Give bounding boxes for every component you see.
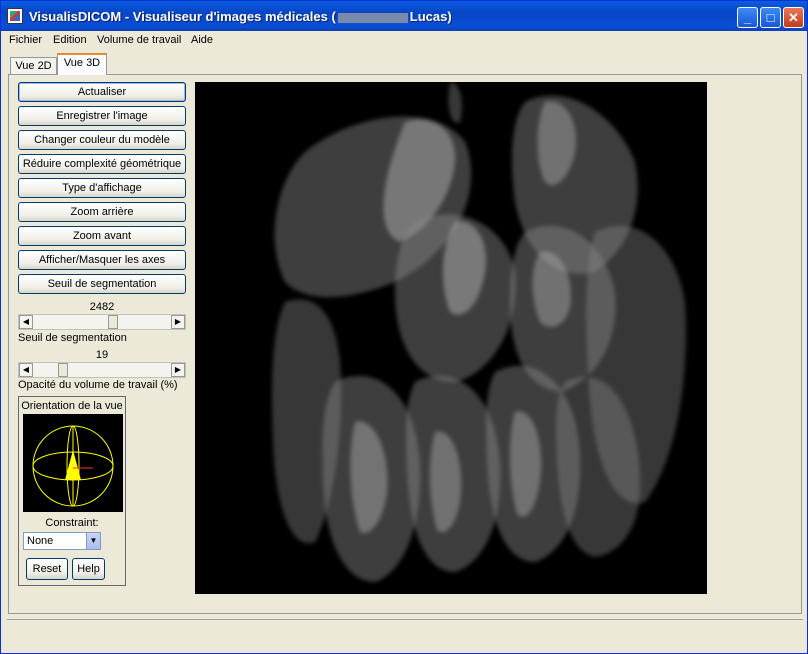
window-title: VisualisDICOM - Visualiseur d'images méd… — [29, 9, 452, 24]
menu-volume-de-travail[interactable]: Volume de travail — [97, 34, 181, 46]
reduce-complexity-button[interactable]: Réduire complexité géométrique — [18, 154, 186, 174]
display-type-button[interactable]: Type d'affichage — [18, 178, 186, 198]
reset-button[interactable]: Reset — [26, 558, 68, 580]
status-bar — [7, 619, 803, 649]
render-viewport-3d[interactable] — [195, 82, 707, 594]
orientation-widget: Orientation de la vue Constraint: None ▼ … — [18, 396, 126, 586]
opacity-label: Opacité du volume de travail (%) — [18, 379, 178, 391]
title-bar[interactable]: VisualisDICOM - Visualiseur d'images méd… — [1, 1, 807, 31]
threshold-value: 2482 — [89, 301, 115, 313]
menu-edition[interactable]: Edition — [53, 34, 87, 46]
segmentation-threshold-button[interactable]: Seuil de segmentation — [18, 274, 186, 294]
tab-strip: Vue 2D Vue 3D — [1, 53, 807, 75]
constraint-label: Constraint: — [45, 517, 99, 529]
slider-right-arrow-icon[interactable]: ▶ — [171, 363, 185, 377]
menu-aide[interactable]: Aide — [191, 34, 213, 46]
opacity-value: 19 — [95, 349, 109, 361]
menu-fichier[interactable]: Fichier — [9, 34, 42, 46]
teeth-3d-render — [272, 82, 686, 582]
opacity-slider-thumb[interactable] — [57, 363, 68, 377]
menu-bar: Fichier Edition Volume de travail Aide — [1, 31, 807, 51]
slider-right-arrow-icon[interactable]: ▶ — [171, 315, 185, 329]
slider-left-arrow-icon[interactable]: ◀ — [19, 315, 33, 329]
save-image-button[interactable]: Enregistrer l'image — [18, 106, 186, 126]
orientation-title: Orientation de la vue — [21, 400, 123, 412]
constraint-select[interactable]: None ▼ — [23, 532, 101, 550]
orientation-sphere-icon — [32, 425, 114, 507]
close-button[interactable]: ✕ — [783, 7, 804, 28]
slider-left-arrow-icon[interactable]: ◀ — [19, 363, 33, 377]
threshold-slider[interactable]: ◀ ▶ — [18, 314, 186, 330]
main-window: VisualisDICOM - Visualiseur d'images méd… — [0, 0, 808, 654]
zoom-in-button[interactable]: Zoom avant — [18, 226, 186, 246]
change-color-button[interactable]: Changer couleur du modèle — [18, 130, 186, 150]
constraint-value: None — [27, 535, 54, 547]
zoom-out-button[interactable]: Zoom arrière — [18, 202, 186, 222]
tab-vue-3d[interactable]: Vue 3D — [57, 53, 107, 75]
redacted-text — [337, 12, 408, 23]
app-icon[interactable] — [7, 8, 23, 24]
toggle-axes-button[interactable]: Afficher/Masquer les axes — [18, 250, 186, 270]
help-button[interactable]: Help — [72, 558, 105, 580]
maximize-button[interactable]: □ — [760, 7, 781, 28]
threshold-slider-thumb[interactable] — [108, 315, 119, 329]
orientation-gizmo[interactable] — [23, 414, 123, 512]
tab-vue-2d[interactable]: Vue 2D — [10, 57, 57, 75]
title-suffix: Lucas) — [409, 9, 452, 24]
chevron-down-icon[interactable]: ▼ — [86, 533, 100, 549]
title-prefix: VisualisDICOM - Visualiseur d'images méd… — [29, 9, 336, 24]
refresh-button[interactable]: Actualiser — [18, 82, 186, 102]
minimize-button[interactable]: _ — [737, 7, 758, 28]
threshold-label: Seuil de segmentation — [18, 332, 127, 344]
opacity-slider[interactable]: ◀ ▶ — [18, 362, 186, 378]
